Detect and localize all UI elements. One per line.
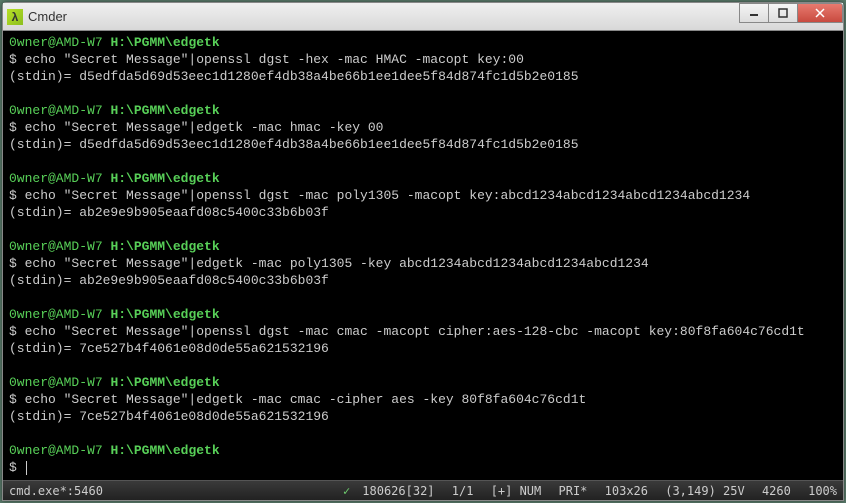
prompt-user-host: 0wner@AMD-W7 xyxy=(9,307,103,322)
prompt-line: 0wner@AMD-W7 H:\PGMM\edgetk xyxy=(9,170,837,187)
cursor xyxy=(26,461,27,475)
output-line: (stdin)= 7ce527b4f4061e08d0de55a62153219… xyxy=(9,408,837,425)
prompt-line: 0wner@AMD-W7 H:\PGMM\edgetk xyxy=(9,374,837,391)
blank-line xyxy=(9,153,837,170)
window-controls xyxy=(740,3,843,23)
app-icon: λ xyxy=(7,9,23,25)
prompt-line: 0wner@AMD-W7 H:\PGMM\edgetk xyxy=(9,306,837,323)
output-line: (stdin)= ab2e9e9b905eaafd08c5400c33b6b03… xyxy=(9,204,837,221)
blank-line xyxy=(9,221,837,238)
prompt-user-host: 0wner@AMD-W7 xyxy=(9,239,103,254)
status-mem: 4260 xyxy=(762,484,791,498)
prompt-path: H:\PGMM\edgetk xyxy=(110,375,219,390)
output-line: (stdin)= d5edfda5d69d53eec1d1280ef4db38a… xyxy=(9,136,837,153)
status-left: cmd.exe*:5460 xyxy=(9,484,103,498)
maximize-icon xyxy=(778,8,788,18)
status-info: ✓180626[32] xyxy=(333,484,434,498)
prompt-line: 0wner@AMD-W7 H:\PGMM\edgetk xyxy=(9,238,837,255)
prompt-path: H:\PGMM\edgetk xyxy=(110,239,219,254)
status-right: ✓180626[32] 1/1 [+] NUM PRI* 103x26 (3,1… xyxy=(323,484,837,498)
command-line: $ echo "Secret Message"|edgetk -mac poly… xyxy=(9,255,837,272)
blank-line xyxy=(9,85,837,102)
command-line: $ echo "Secret Message"|openssl dgst -ma… xyxy=(9,187,837,204)
command-line: $ echo "Secret Message"|edgetk -mac hmac… xyxy=(9,119,837,136)
window-title: Cmder xyxy=(28,9,67,24)
close-button[interactable] xyxy=(797,3,843,23)
prompt-path: H:\PGMM\edgetk xyxy=(110,171,219,186)
prompt-path: H:\PGMM\edgetk xyxy=(110,443,219,458)
output-line: (stdin)= d5edfda5d69d53eec1d1280ef4db38a… xyxy=(9,68,837,85)
output-line: (stdin)= 7ce527b4f4061e08d0de55a62153219… xyxy=(9,340,837,357)
status-pages: 1/1 xyxy=(452,484,474,498)
prompt-line: 0wner@AMD-W7 H:\PGMM\edgetk xyxy=(9,102,837,119)
status-size: 103x26 xyxy=(605,484,648,498)
status-caps: [+] NUM xyxy=(491,484,542,498)
blank-line xyxy=(9,357,837,374)
terminal-body[interactable]: 0wner@AMD-W7 H:\PGMM\edgetk$ echo "Secre… xyxy=(3,31,843,480)
command-line: $ echo "Secret Message"|edgetk -mac cmac… xyxy=(9,391,837,408)
status-zoom: 100% xyxy=(808,484,837,498)
statusbar: cmd.exe*:5460 ✓180626[32] 1/1 [+] NUM PR… xyxy=(3,480,843,500)
prompt-path: H:\PGMM\edgetk xyxy=(110,103,219,118)
prompt-path: H:\PGMM\edgetk xyxy=(110,35,219,50)
prompt-line: 0wner@AMD-W7 H:\PGMM\edgetk xyxy=(9,34,837,51)
blank-line xyxy=(9,425,837,442)
prompt-user-host: 0wner@AMD-W7 xyxy=(9,103,103,118)
close-icon xyxy=(815,8,825,18)
prompt-user-host: 0wner@AMD-W7 xyxy=(9,443,103,458)
app-window: λ Cmder 0wner@AMD-W7 H:\PGMM\edgetk$ ech… xyxy=(2,2,844,501)
command-line: $ echo "Secret Message"|openssl dgst -he… xyxy=(9,51,837,68)
status-pos: (3,149) 25V xyxy=(665,484,744,498)
maximize-button[interactable] xyxy=(768,3,798,23)
prompt-user-host: 0wner@AMD-W7 xyxy=(9,171,103,186)
current-input-line[interactable]: $ xyxy=(9,459,837,476)
prompt-path: H:\PGMM\edgetk xyxy=(110,307,219,322)
prompt-user-host: 0wner@AMD-W7 xyxy=(9,35,103,50)
status-pri: PRI* xyxy=(559,484,588,498)
command-line: $ echo "Secret Message"|openssl dgst -ma… xyxy=(9,323,837,340)
minimize-icon xyxy=(749,8,759,18)
prompt-line: 0wner@AMD-W7 H:\PGMM\edgetk xyxy=(9,442,837,459)
titlebar[interactable]: λ Cmder xyxy=(3,3,843,31)
minimize-button[interactable] xyxy=(739,3,769,23)
prompt-user-host: 0wner@AMD-W7 xyxy=(9,375,103,390)
output-line: (stdin)= ab2e9e9b905eaafd08c5400c33b6b03… xyxy=(9,272,837,289)
blank-line xyxy=(9,289,837,306)
